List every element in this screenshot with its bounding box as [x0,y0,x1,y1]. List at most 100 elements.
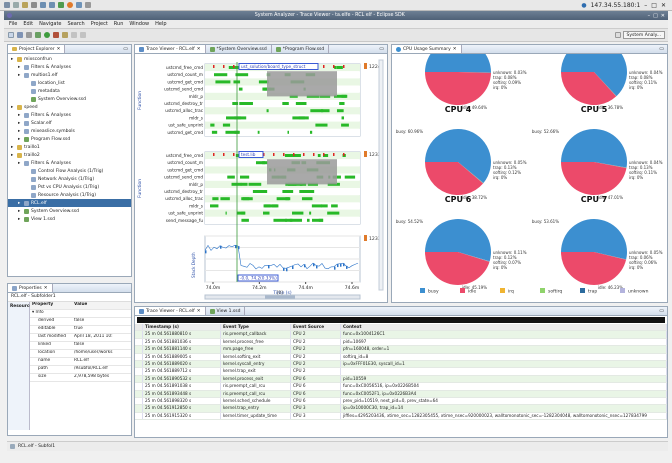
tree-item[interactable]: ▸ System Overview.ssd [8,207,131,215]
tree-item[interactable]: metadata [8,87,131,95]
table-row[interactable]: 25 m 04.561915320 s kernel.timer_update_t… [135,412,667,421]
info-group[interactable]: ▾ Info [30,310,72,317]
open-perspective-icon[interactable] [614,32,621,38]
vertical-scrollbar[interactable] [378,59,384,291]
external-tools-icon[interactable] [53,32,59,38]
menu-run[interactable]: Run [114,21,124,27]
table-row[interactable]: 25 m 04.561912850 s kernel.trap_entry CPU … [135,405,667,413]
close-icon[interactable]: ✕ [197,309,201,314]
tree-item[interactable]: location_list [8,79,131,87]
menu-navigate[interactable]: Navigate [39,21,61,27]
pie-slice-busy[interactable] [561,128,627,168]
property-column-header[interactable]: Property [30,302,72,309]
tab-system-overview[interactable]: *System Overview.ssd [206,45,272,53]
expand-icon[interactable]: ▸ [18,113,22,118]
vnc-clipboard-icon[interactable] [22,2,28,8]
trace-chart[interactable]: ustcmd_free_cmd ustcmd_count_m ustcmd_get_… [135,54,387,302]
expand-icon[interactable]: ▸ [18,129,22,134]
save-icon[interactable] [17,32,23,38]
pie-slice-busy[interactable] [425,54,492,73]
col-event-source[interactable]: Event Source [291,324,341,331]
tree-item[interactable]: ▸ traillo1 [8,143,131,151]
back-icon[interactable] [71,32,77,38]
col-event-type[interactable]: Event Type [221,324,291,331]
window-close-button[interactable]: ✕ [661,13,665,19]
maximize-icon[interactable]: ▭ [379,46,384,52]
expand-icon[interactable]: ▸ [11,57,15,62]
tree-item[interactable]: ▸ RCL.elf [8,199,131,207]
vnc-minimize-button[interactable]: – [644,2,647,9]
expand-icon[interactable]: ▸ [18,161,22,166]
table-row[interactable]: 25 m 04.561893448 s ris.preempt_call_rcu C… [135,390,667,398]
tree-item[interactable]: ▸ traillo2 [8,151,131,159]
expand-icon[interactable]: ▸ [18,137,22,142]
tree-item[interactable]: ▸ multios1.elf [8,71,131,79]
vnc-maximize-button[interactable]: □ [651,2,657,9]
window-maximize-button[interactable]: □ [653,13,658,19]
tree-item[interactable]: Resource Analysis (1/Trig) [8,191,131,199]
property-row[interactable]: linked false [30,342,131,350]
col-timestamp[interactable]: Timestamp (s) [143,324,221,331]
event-timeline-strip[interactable] [137,317,665,323]
table-row[interactable]: 25 m 04.561889020 s kernel.syscall_entry C… [135,360,667,369]
expand-icon[interactable]: ▸ [18,65,22,70]
expand-icon[interactable]: ▸ [11,105,15,110]
tree-item[interactable]: ▸ speed [8,103,131,111]
tree-item[interactable]: ▸ View 1.ssd [8,215,131,223]
tree-item[interactable]: ▸ Filters & Analyses [8,159,131,167]
close-icon[interactable]: ✕ [197,47,201,52]
collapse-icon[interactable]: ▾ [32,310,34,315]
menu-project[interactable]: Project [91,21,108,27]
tree-item[interactable]: Network Analysis (1/Trig) [8,175,131,183]
menu-file[interactable]: File [9,21,17,27]
tree-item[interactable]: ▸ mixeaslice.symbols [8,127,131,135]
vnc-zoom-out-icon[interactable] [49,2,55,8]
property-row[interactable]: path/Rsubfol/RCL.elf [30,366,131,374]
property-row[interactable]: derived false [30,318,131,326]
expand-icon[interactable]: ▸ [18,73,22,78]
table-row[interactable]: 25 m 04.561889005 s kernel.softirq_exit CP… [135,353,667,361]
vnc-refresh-icon[interactable] [58,2,64,8]
pie-slice-idle[interactable] [424,72,491,106]
menu-edit[interactable]: Edit [23,21,33,27]
col-context[interactable]: Context [341,324,667,331]
tree-item[interactable]: System Overview.ssd [8,95,131,103]
table-row[interactable]: 25 m 04.561891038 s ris.preempt_call_rcu C… [135,383,667,391]
minimize-icon[interactable]: ▭ [123,46,128,52]
table-row[interactable]: 25 m 04.561889712 s kernel.trap_exit CPU 2 [135,368,667,376]
expand-icon[interactable]: ▸ [18,217,22,222]
tab-trace-viewer[interactable]: Trace Viewer - RCL.elf ✕ [135,45,206,53]
print-icon[interactable] [26,32,32,38]
expand-icon[interactable]: ▸ [18,121,22,126]
value-column-header[interactable]: Value [72,302,87,309]
forward-icon[interactable] [80,32,86,38]
property-row[interactable]: editable true [30,326,131,334]
menu-search[interactable]: Search [68,21,85,27]
maximize-icon[interactable]: ▭ [659,46,664,52]
tree-item[interactable]: ▸ Filters & Analyses [8,111,131,119]
scrollbar-thumb[interactable] [265,295,295,299]
tree-item[interactable]: Pst vs CPU Analysis (1/Trig) [8,183,131,191]
tree-item[interactable]: ▸ Filters & Analyses [8,63,131,71]
tree-item[interactable]: ▸ Scalar.elf [8,119,131,127]
property-row[interactable]: last modified April 18, 2011 10: [30,334,131,342]
window-minimize-button[interactable]: – [648,13,651,19]
close-icon[interactable]: ✕ [453,47,457,52]
table-row[interactable]: 25 m 04.561881140 s mm.page_free CPU 2 pfn=… [135,346,667,354]
tab-event-trace[interactable]: Trace Viewer - RCL.elf ✕ [135,307,206,315]
property-row[interactable]: name RCL.elf [30,358,131,366]
tree-item[interactable]: ▸ Program Flow.ssd [8,135,131,143]
perspective-switcher[interactable]: System Analy... [622,31,665,39]
search-icon[interactable] [62,32,68,38]
pie-slice-idle[interactable] [561,162,627,196]
tab-properties[interactable]: Properties ✕ [8,284,53,292]
vnc-info-icon[interactable] [13,2,19,8]
vnc-record-icon[interactable] [67,2,73,8]
tab-view1[interactable]: View 1.ssd [206,307,246,315]
menu-help[interactable]: Help [155,21,166,27]
run-icon[interactable] [44,32,50,38]
vnc-keys-icon[interactable] [31,2,37,8]
table-row[interactable]: 25 m 04.561880810 s ris.preempt_callback C… [135,331,667,339]
vnc-options-icon[interactable] [4,2,10,8]
menu-window[interactable]: Window [129,21,149,27]
